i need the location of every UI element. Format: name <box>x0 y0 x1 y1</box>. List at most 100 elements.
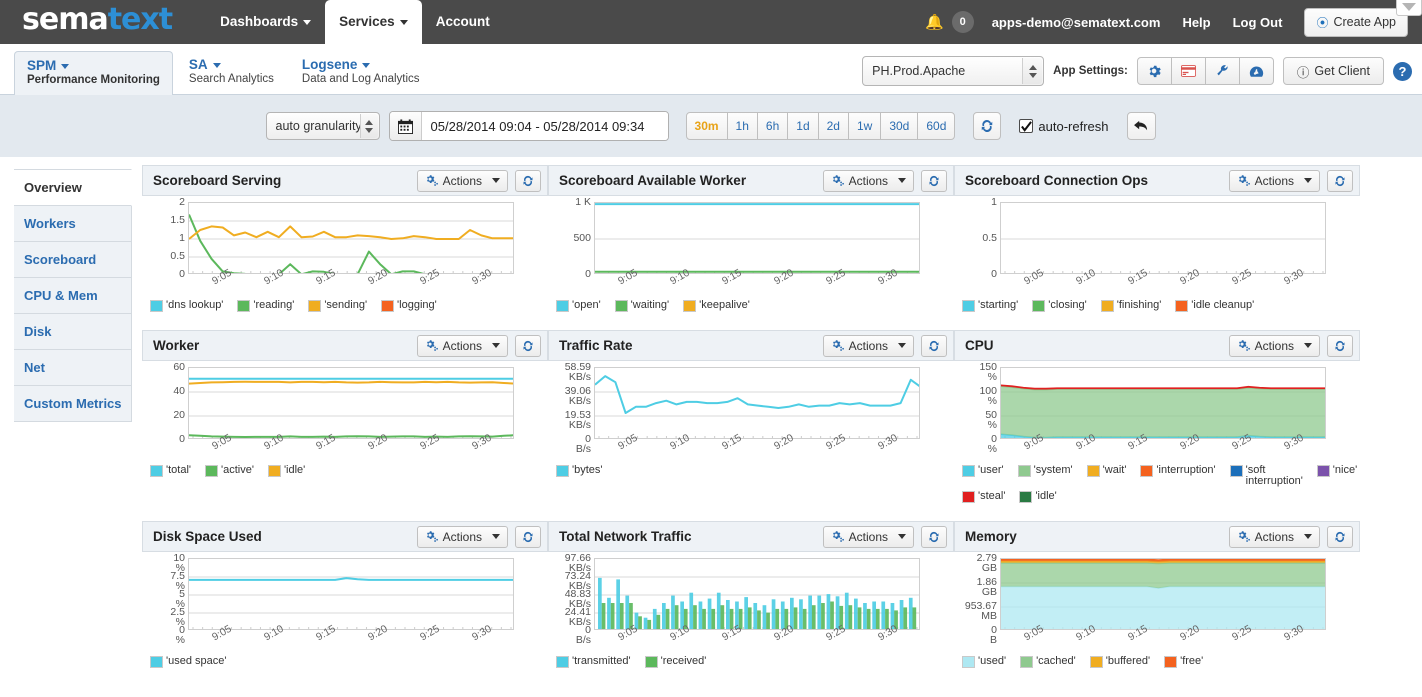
actions-button-worker[interactable]: Actions <box>416 334 508 357</box>
legend-item[interactable]: 'total' <box>150 465 191 477</box>
legend-item[interactable]: 'soft interruption' <box>1229 465 1303 487</box>
date-range-input[interactable] <box>421 112 668 140</box>
plot-worker[interactable] <box>188 367 514 439</box>
range-button-6h[interactable]: 6h <box>756 112 789 140</box>
legend-item[interactable]: 'finishing' <box>1100 300 1161 312</box>
actions-button-scoreboard-available-worker[interactable]: Actions <box>822 169 914 192</box>
auto-refresh-control[interactable]: auto-refresh <box>1019 119 1108 134</box>
refresh-button[interactable] <box>973 112 1002 140</box>
nav-item-account[interactable]: Account <box>422 0 504 44</box>
reload-button-scoreboard-connection-ops[interactable] <box>1327 169 1353 192</box>
sidebar-item-net[interactable]: Net <box>14 349 132 386</box>
range-button-1d[interactable]: 1d <box>787 112 819 140</box>
actions-button-scoreboard-connection-ops[interactable]: Actions <box>1228 169 1320 192</box>
window-collapse-control[interactable] <box>1396 0 1422 16</box>
get-client-button[interactable]: ⓘ Get Client <box>1282 57 1384 85</box>
legend-item[interactable]: 'logging' <box>381 300 437 312</box>
wrench-icon[interactable] <box>1204 57 1240 85</box>
plot-total-network-traffic[interactable] <box>594 558 920 630</box>
auto-refresh-checkbox[interactable] <box>1019 119 1034 133</box>
range-button-2d[interactable]: 2d <box>817 112 849 140</box>
nav-item-services[interactable]: Services <box>325 0 422 44</box>
range-button-1h[interactable]: 1h <box>726 112 758 140</box>
actions-button-memory[interactable]: Actions <box>1228 525 1320 548</box>
sidebar-item-cpu-mem[interactable]: CPU & Mem <box>14 277 132 314</box>
legend-item[interactable]: 'sending' <box>308 300 367 312</box>
calendar-icon[interactable] <box>389 112 422 140</box>
range-button-60d[interactable]: 60d <box>917 112 956 140</box>
reload-button-scoreboard-available-worker[interactable] <box>921 169 947 192</box>
account-email-link[interactable]: apps-demo@sematext.com <box>992 15 1161 30</box>
actions-button-disk-space-used[interactable]: Actions <box>416 525 508 548</box>
card-icon[interactable] <box>1170 57 1206 85</box>
legend-item[interactable]: 'dns lookup' <box>150 300 223 312</box>
legend-item[interactable]: 'received' <box>644 656 706 668</box>
legend-item[interactable]: 'closing' <box>1032 300 1087 312</box>
legend-item[interactable]: 'free' <box>1164 656 1203 668</box>
plot-traffic-rate[interactable] <box>594 367 920 439</box>
date-range-field[interactable] <box>388 111 669 141</box>
nav-item-dashboards[interactable]: Dashboards <box>206 0 325 44</box>
plot-scoreboard-serving[interactable] <box>188 202 514 274</box>
sidebar-item-overview[interactable]: Overview <box>14 169 132 206</box>
legend-item[interactable]: 'active' <box>205 465 254 477</box>
help-circle-icon[interactable]: ? <box>1393 61 1412 81</box>
legend-item[interactable]: 'bytes' <box>556 465 603 477</box>
plot-cpu[interactable] <box>1000 367 1326 439</box>
app-select-dropdown[interactable]: PH.Prod.Apache <box>862 56 1045 86</box>
legend-item[interactable]: 'idle' <box>267 465 305 477</box>
app-tab-spm[interactable]: SPM Performance Monitoring <box>14 51 173 95</box>
reload-button-worker[interactable] <box>515 334 541 357</box>
app-tab-logsene[interactable]: Logsene Data and Log Analytics <box>290 51 432 94</box>
gear-icon[interactable] <box>1136 57 1172 85</box>
legend-item[interactable]: 'waiting' <box>614 300 669 312</box>
plot-scoreboard-available-worker[interactable] <box>594 202 920 274</box>
reload-button-cpu[interactable] <box>1327 334 1353 357</box>
legend-item[interactable]: 'interruption' <box>1140 465 1216 477</box>
sidebar-item-custom-metrics[interactable]: Custom Metrics <box>14 385 132 422</box>
plot-memory[interactable] <box>1000 558 1326 630</box>
sidebar-item-disk[interactable]: Disk <box>14 313 132 350</box>
actions-button-cpu[interactable]: Actions <box>1228 334 1320 357</box>
reload-button-traffic-rate[interactable] <box>921 334 947 357</box>
reload-button-total-network-traffic[interactable] <box>921 525 947 548</box>
legend-item[interactable]: 'idle cleanup' <box>1175 300 1254 312</box>
legend-item[interactable]: 'steal' <box>962 491 1005 503</box>
sematext-logo[interactable]: sematext <box>22 5 173 39</box>
legend-item[interactable]: 'user' <box>962 465 1004 477</box>
logout-link[interactable]: Log Out <box>1233 15 1283 30</box>
app-tab-sa[interactable]: SA Search Analytics <box>177 51 286 94</box>
legend-item[interactable]: 'reading' <box>237 300 294 312</box>
plot-scoreboard-connection-ops[interactable] <box>1000 202 1326 274</box>
legend-item[interactable]: 'idle' <box>1019 491 1057 503</box>
legend-item[interactable]: 'keepalive' <box>683 300 750 312</box>
legend-item[interactable]: 'wait' <box>1086 465 1126 477</box>
legend-item[interactable]: 'used' <box>962 656 1006 668</box>
reload-button-disk-space-used[interactable] <box>515 525 541 548</box>
plot-disk-space-used[interactable] <box>188 558 514 630</box>
undo-arrow-icon[interactable] <box>1127 112 1157 140</box>
actions-button-scoreboard-serving[interactable]: Actions <box>416 169 508 192</box>
range-button-1w[interactable]: 1w <box>847 112 882 140</box>
sidebar-item-scoreboard[interactable]: Scoreboard <box>14 241 132 278</box>
legend-item[interactable]: 'nice' <box>1316 465 1357 477</box>
legend-item[interactable]: 'buffered' <box>1089 656 1150 668</box>
gauge-icon[interactable] <box>1238 57 1274 85</box>
reload-button-scoreboard-serving[interactable] <box>515 169 541 192</box>
legend-item[interactable]: 'open' <box>556 300 601 312</box>
legend-item[interactable]: 'system' <box>1017 465 1073 477</box>
range-button-30m[interactable]: 30m <box>685 112 728 140</box>
help-link[interactable]: Help <box>1182 15 1210 30</box>
legend-item[interactable]: 'cached' <box>1020 656 1076 668</box>
sidebar-item-workers[interactable]: Workers <box>14 205 132 242</box>
bell-icon[interactable]: 🔔 <box>925 13 944 31</box>
granularity-select[interactable]: auto granularity <box>265 112 380 140</box>
range-button-30d[interactable]: 30d <box>880 112 919 140</box>
legend-item[interactable]: 'transmitted' <box>556 656 631 668</box>
actions-button-traffic-rate[interactable]: Actions <box>822 334 914 357</box>
actions-button-total-network-traffic[interactable]: Actions <box>822 525 914 548</box>
legend-item[interactable]: 'used space' <box>150 656 226 668</box>
create-app-button[interactable]: ⦿ Create App <box>1304 7 1408 37</box>
reload-button-memory[interactable] <box>1327 525 1353 548</box>
legend-item[interactable]: 'starting' <box>962 300 1018 312</box>
